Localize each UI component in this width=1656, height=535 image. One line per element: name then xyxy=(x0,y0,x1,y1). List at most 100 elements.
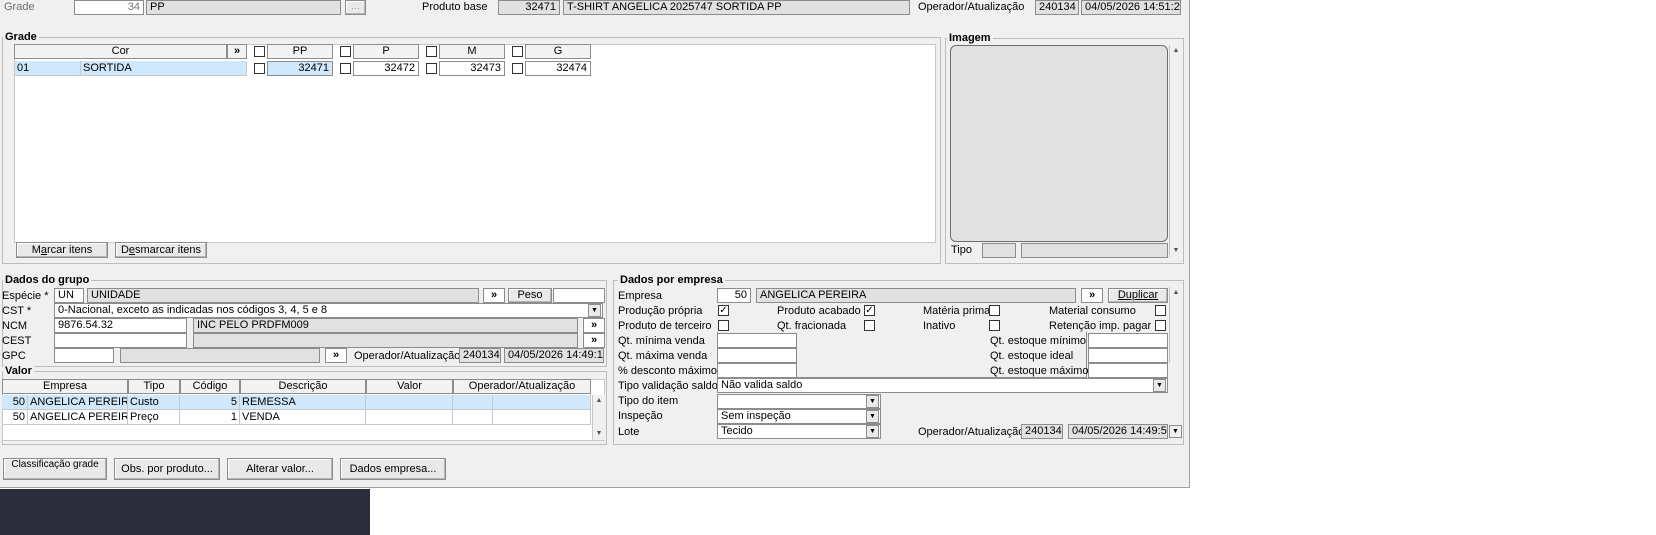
qt-min-venda-field[interactable] xyxy=(717,333,797,348)
cst-dropdown-icon[interactable]: ▼ xyxy=(588,304,601,317)
imagem-tipo-label: Tipo xyxy=(951,244,972,256)
row-m-check[interactable] xyxy=(426,63,437,74)
valor-col-tipo[interactable]: Tipo xyxy=(128,379,180,394)
valor-row-1-empcode[interactable]: 50 xyxy=(2,395,28,410)
size-m-header[interactable]: M xyxy=(439,44,505,59)
material-consumo-checkbox[interactable] xyxy=(1155,305,1166,316)
produto-acabado-checkbox[interactable]: ✓ xyxy=(864,305,875,316)
row-p-value[interactable]: 32472 xyxy=(353,61,419,76)
scroll-up-icon[interactable]: ▲ xyxy=(593,395,605,407)
valor-row-2-opcode[interactable] xyxy=(453,410,493,425)
qt-estoque-ideal-field[interactable] xyxy=(1088,348,1168,363)
scroll-down-icon[interactable]: ▼ xyxy=(593,428,605,440)
inativo-checkbox[interactable] xyxy=(989,320,1000,331)
desmarcar-itens-button[interactable]: Desmarcar itens xyxy=(115,242,207,258)
imagem-scrollbar[interactable]: ▲ ▼ xyxy=(1169,45,1182,257)
size-g-check[interactable] xyxy=(512,46,523,57)
especie-expand-button[interactable]: » xyxy=(483,288,505,303)
duplicar-button[interactable]: Duplicar xyxy=(1108,288,1168,303)
valor-row-1-codigo[interactable]: 5 xyxy=(180,395,240,410)
size-g-header[interactable]: G xyxy=(525,44,591,59)
valor-scrollbar[interactable]: ▲ ▼ xyxy=(592,395,605,440)
lote-dropdown-icon[interactable]: ▼ xyxy=(866,425,879,438)
cst-select[interactable]: 0-Nacional, exceto as indicadas nos códi… xyxy=(54,303,603,318)
qt-estoque-min-field[interactable] xyxy=(1088,333,1168,348)
inspecao-dropdown-icon[interactable]: ▼ xyxy=(866,410,879,423)
row-g-check[interactable] xyxy=(512,63,523,74)
ncm-code-field[interactable]: 9876.54.32 xyxy=(54,318,187,333)
valor-row-2-codigo[interactable]: 1 xyxy=(180,410,240,425)
ncm-expand-button[interactable]: » xyxy=(583,318,605,333)
valor-row-2-descricao[interactable]: VENDA xyxy=(240,410,366,425)
grade-code-field[interactable]: 34 xyxy=(74,0,144,15)
tipo-validacao-dropdown-icon[interactable]: ▼ xyxy=(1153,379,1166,392)
valor-row-1-empname[interactable]: ANGELICA PEREIRA xyxy=(28,395,128,410)
tipo-item-select[interactable] xyxy=(717,394,881,409)
valor-col-codigo[interactable]: Código xyxy=(180,379,240,394)
grade-row-name[interactable]: SORTIDA xyxy=(81,61,247,76)
obs-produto-button[interactable]: Obs. por produto... xyxy=(114,458,220,480)
size-p-check[interactable] xyxy=(340,46,351,57)
row-g-value[interactable]: 32474 xyxy=(525,61,591,76)
especie-code-field[interactable]: UN xyxy=(54,288,84,303)
valor-row-2-tipo[interactable]: Preço xyxy=(128,410,180,425)
row-p-check[interactable] xyxy=(340,63,351,74)
valor-row-2-valor[interactable] xyxy=(366,410,453,425)
desconto-max-field[interactable] xyxy=(717,363,797,378)
scroll-up-icon[interactable]: ▲ xyxy=(1170,287,1182,299)
qt-fracionada-checkbox[interactable] xyxy=(864,320,875,331)
marcar-itens-button[interactable]: Marcar itens xyxy=(16,242,108,258)
grade-search-button[interactable]: ⋯ xyxy=(345,0,366,15)
valor-row-1-descricao[interactable]: REMESSA xyxy=(240,395,366,410)
cest-code-field[interactable] xyxy=(54,333,187,348)
valor-col-valor[interactable]: Valor xyxy=(366,379,453,394)
producao-propria-checkbox[interactable]: ✓ xyxy=(718,305,729,316)
size-pp-check[interactable] xyxy=(254,46,265,57)
valor-row-1-valor[interactable] xyxy=(366,395,453,410)
empresa-expand-button[interactable]: » xyxy=(1081,288,1103,303)
valor-row-1-opcode[interactable] xyxy=(453,395,493,410)
product-window: Grade 34 PP ⋯ Produto base 32471 T-SHIRT… xyxy=(0,0,1190,488)
scroll-up-icon[interactable]: ▲ xyxy=(1170,45,1182,57)
valor-col-empresa[interactable]: Empresa xyxy=(2,379,128,394)
valor-row-1-opdate[interactable] xyxy=(493,395,591,410)
scroll-down-icon[interactable]: ▼ xyxy=(1169,425,1182,438)
empresa-scrollbar[interactable]: ▲ xyxy=(1169,287,1182,363)
image-preview[interactable] xyxy=(950,45,1168,242)
alterar-valor-button[interactable]: Alterar valor... xyxy=(227,458,333,480)
valor-row-2-opdate[interactable] xyxy=(493,410,591,425)
classificacao-grade-button[interactable]: Classificação grade xyxy=(3,458,107,480)
tipo-validacao-select[interactable]: Não valida saldo xyxy=(717,378,1168,393)
grade-row-code[interactable]: 01 xyxy=(14,61,81,76)
inspecao-select[interactable]: Sem inspeção xyxy=(717,409,881,424)
size-p-header[interactable]: P xyxy=(353,44,419,59)
size-pp-header[interactable]: PP xyxy=(267,44,333,59)
gpc-code-field[interactable] xyxy=(54,348,114,363)
dados-empresa-button[interactable]: Dados empresa... xyxy=(340,458,446,480)
grade-col-cor[interactable]: Cor xyxy=(14,44,227,59)
scroll-down-icon[interactable]: ▼ xyxy=(1170,245,1182,257)
row-pp-check[interactable] xyxy=(254,63,265,74)
valor-row-2-empname[interactable]: ANGELICA PEREIRA xyxy=(28,410,128,425)
lote-select[interactable]: Tecido xyxy=(717,424,881,439)
cest-expand-button[interactable]: » xyxy=(583,333,605,348)
qt-estoque-max-field[interactable] xyxy=(1088,363,1168,378)
valor-col-operador[interactable]: Operador/Atualização xyxy=(453,379,591,394)
valor-col-descricao[interactable]: Descrição xyxy=(240,379,366,394)
produto-terceiro-checkbox[interactable] xyxy=(718,320,729,331)
grade-expand-button[interactable]: » xyxy=(227,44,247,59)
materia-prima-checkbox[interactable] xyxy=(989,305,1000,316)
qt-max-venda-field[interactable] xyxy=(717,348,797,363)
size-m-check[interactable] xyxy=(426,46,437,57)
valor-row-1-tipo[interactable]: Custo xyxy=(128,395,180,410)
row-m-value[interactable]: 32473 xyxy=(439,61,505,76)
gpc-expand-button[interactable]: » xyxy=(325,348,347,363)
tipo-item-dropdown-icon[interactable]: ▼ xyxy=(866,395,879,408)
row-pp-value[interactable]: 32471 xyxy=(267,61,333,76)
retencao-checkbox[interactable] xyxy=(1155,320,1166,331)
valor-row-2-empcode[interactable]: 50 xyxy=(2,410,28,425)
gpc-desc-field xyxy=(120,348,320,363)
search-icon: ⋯ xyxy=(351,3,360,13)
empresa-code-field[interactable]: 50 xyxy=(717,288,751,303)
peso-field[interactable] xyxy=(553,288,605,303)
